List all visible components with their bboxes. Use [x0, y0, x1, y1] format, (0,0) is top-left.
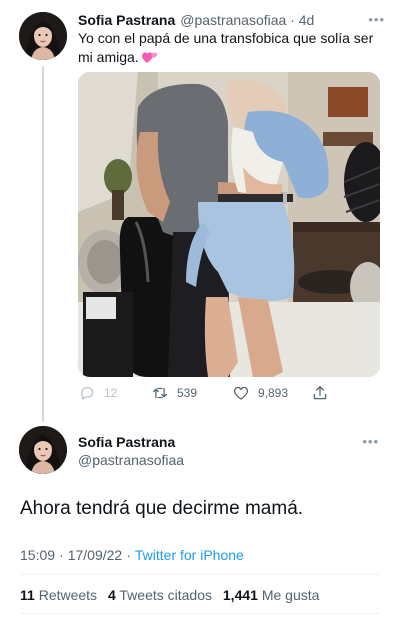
more-icon[interactable]: •••: [362, 434, 379, 449]
author-handle[interactable]: @pastranasofiaa · 4d: [180, 12, 314, 28]
tweet-date[interactable]: 17/09/22: [68, 547, 123, 563]
author-name[interactable]: Sofia Pastrana: [78, 12, 175, 28]
share-button[interactable]: [311, 382, 337, 404]
thread-connector-line: [42, 66, 44, 422]
divider: [20, 613, 380, 614]
like-button[interactable]: 9,893: [232, 382, 288, 404]
tweet-header: Sofia Pastrana @pastranasofiaa · 4d •••: [78, 11, 393, 29]
separator: ·: [59, 547, 64, 563]
retweet-button[interactable]: 539: [151, 382, 197, 404]
retweet-count: 539: [177, 386, 198, 400]
tweet-text: Yo con el papá de una transfobica que so…: [78, 30, 374, 65]
retweets-stat[interactable]: 11 Retweets: [20, 587, 97, 603]
reply-count: 12: [104, 386, 118, 400]
divider: [20, 574, 380, 575]
separator: ·: [126, 547, 131, 563]
share-icon: [313, 385, 327, 400]
tweet-actions: 12 539 9,893: [78, 382, 378, 404]
tweet-text: Ahora tendrá que decirme mamá.: [20, 498, 304, 519]
likes-stat[interactable]: 1,441 Me gusta: [223, 587, 320, 603]
quote-tweets-stat[interactable]: 4 Tweets citados: [108, 587, 212, 603]
tweet-age: · 4d: [290, 12, 315, 28]
heart-icon: [233, 386, 249, 400]
tweet-time[interactable]: 15:09: [20, 547, 55, 563]
author-name[interactable]: Sofia Pastrana: [78, 434, 175, 450]
avatar[interactable]: [19, 12, 67, 60]
tweet-stats: 11 Retweets 4 Tweets citados 1,441 Me gu…: [20, 587, 326, 603]
author-handle[interactable]: @pastranasofiaa: [78, 452, 184, 468]
retweet-icon: [152, 387, 168, 399]
avatar[interactable]: [19, 426, 67, 474]
reply-button[interactable]: 12: [78, 382, 117, 404]
tweet-source-link[interactable]: Twitter for iPhone: [135, 547, 244, 563]
reply-icon: [81, 387, 94, 400]
tweet-photo[interactable]: [78, 72, 380, 377]
two-hearts-emoji: [141, 52, 157, 63]
more-icon[interactable]: •••: [368, 12, 385, 27]
tweet-timestamp: 15:09 · 17/09/22 · Twitter for iPhone: [20, 547, 244, 563]
like-count: 9,893: [258, 386, 289, 400]
